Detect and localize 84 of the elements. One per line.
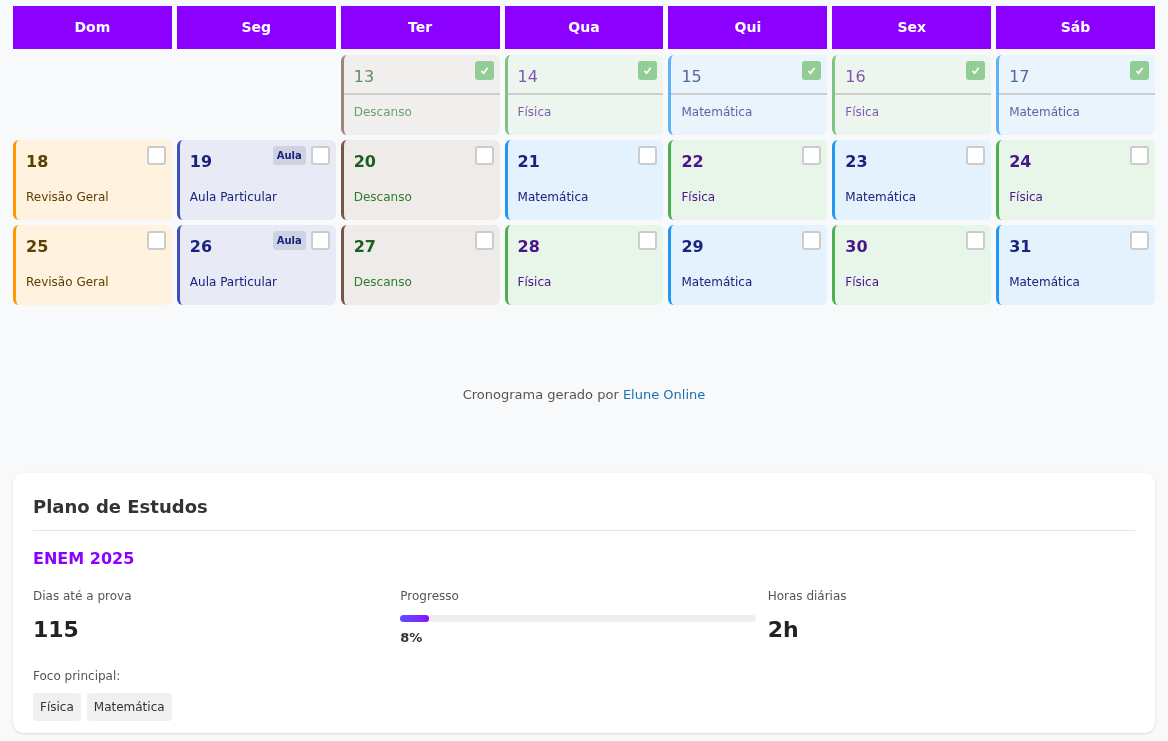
day-number: 22	[681, 151, 704, 173]
checkbox[interactable]	[802, 231, 822, 250]
focus-tag: Física	[33, 693, 81, 721]
subject-label: Física	[681, 189, 716, 206]
checkbox[interactable]	[1130, 146, 1149, 165]
subject-label: Física	[517, 274, 552, 291]
focus-label: Foco principal:	[33, 668, 122, 685]
subject-label: Física	[845, 274, 880, 291]
checkbox[interactable]	[1130, 231, 1149, 250]
stat-label: Dias até a prova	[33, 587, 133, 605]
day-number: 19	[189, 151, 213, 173]
day-number: 24	[1009, 151, 1032, 173]
weekday-header: Seg	[176, 6, 336, 49]
plan-title: Plano de Estudos	[33, 492, 1135, 531]
checkbox[interactable]	[966, 146, 986, 165]
day-number: 27	[353, 236, 376, 258]
subject-label: Matemática	[517, 189, 589, 206]
subject-label: Física	[517, 104, 552, 121]
subject-label: Matemática	[681, 104, 753, 121]
checkbox[interactable]	[474, 61, 494, 80]
check-icon	[643, 66, 653, 75]
day-number: 20	[353, 151, 376, 173]
subject-label: Física	[1009, 189, 1043, 206]
checkbox[interactable]	[310, 146, 330, 165]
stat-label: Progresso	[400, 587, 460, 605]
day-number: 28	[517, 236, 540, 258]
subject-label: Física	[845, 104, 880, 121]
weekday-header: Sáb	[996, 6, 1155, 49]
check-icon	[1135, 66, 1144, 75]
day-number: 29	[681, 236, 704, 258]
checkbox[interactable]	[802, 61, 822, 80]
stat-value: 2h	[767, 615, 800, 644]
subject-label: Matemática	[681, 274, 753, 291]
check-icon	[479, 66, 489, 75]
subject-label: Aula Particular	[189, 189, 277, 206]
checkbox[interactable]	[966, 231, 986, 250]
day-number: 14	[517, 66, 538, 88]
checkbox[interactable]	[146, 231, 166, 250]
lesson-badge: Aula	[272, 146, 306, 165]
checkbox[interactable]	[966, 61, 986, 80]
stat-label: Horas diárias	[767, 587, 848, 605]
checkbox[interactable]	[638, 146, 658, 165]
checkbox[interactable]	[474, 146, 494, 165]
subject-label: Descanso	[353, 274, 412, 291]
day-number: 30	[845, 236, 868, 258]
exam-title: ENEM 2025	[33, 547, 136, 570]
check-icon	[807, 66, 817, 75]
checkbox[interactable]	[638, 61, 658, 80]
weekday-header: Sex	[832, 6, 992, 49]
subject-label: Aula Particular	[189, 274, 277, 291]
subject-label: Matemática	[845, 189, 917, 206]
footer-link[interactable]: Elune Online	[622, 387, 706, 402]
weekday-header: Dom	[13, 6, 172, 49]
day-number: 23	[845, 151, 868, 173]
weekday-header: Ter	[340, 6, 500, 49]
checkbox[interactable]	[802, 146, 822, 165]
subject-label: Matemática	[1009, 104, 1080, 121]
footer-text: Cronograma gerado por	[462, 387, 620, 402]
subject-label: Descanso	[353, 104, 412, 121]
day-number: 26	[189, 236, 213, 258]
lesson-badge: Aula	[272, 231, 306, 250]
day-number: 25	[26, 236, 49, 258]
day-number: 17	[1009, 66, 1030, 88]
stat-value: 115	[33, 615, 80, 644]
day-number: 13	[353, 66, 375, 88]
subject-label: Revisão Geral	[26, 189, 109, 206]
weekday-header: Qui	[668, 6, 828, 49]
day-number: 31	[1009, 236, 1032, 258]
checkbox[interactable]	[310, 231, 330, 250]
progress-value: 8%	[400, 628, 424, 647]
weekday-header: Qua	[504, 6, 664, 49]
checkbox[interactable]	[638, 231, 658, 250]
checkbox[interactable]	[1130, 61, 1149, 80]
subject-label: Matemática	[1009, 274, 1080, 291]
checkbox[interactable]	[474, 231, 494, 250]
checkbox[interactable]	[146, 146, 166, 165]
check-icon	[971, 66, 981, 75]
day-number: 16	[845, 66, 866, 88]
subject-label: Descanso	[353, 189, 412, 206]
focus-tag: Matemática	[86, 693, 172, 721]
day-number: 21	[517, 151, 540, 173]
day-number: 18	[26, 151, 49, 173]
day-number: 15	[681, 66, 702, 88]
subject-label: Revisão Geral	[26, 274, 109, 291]
